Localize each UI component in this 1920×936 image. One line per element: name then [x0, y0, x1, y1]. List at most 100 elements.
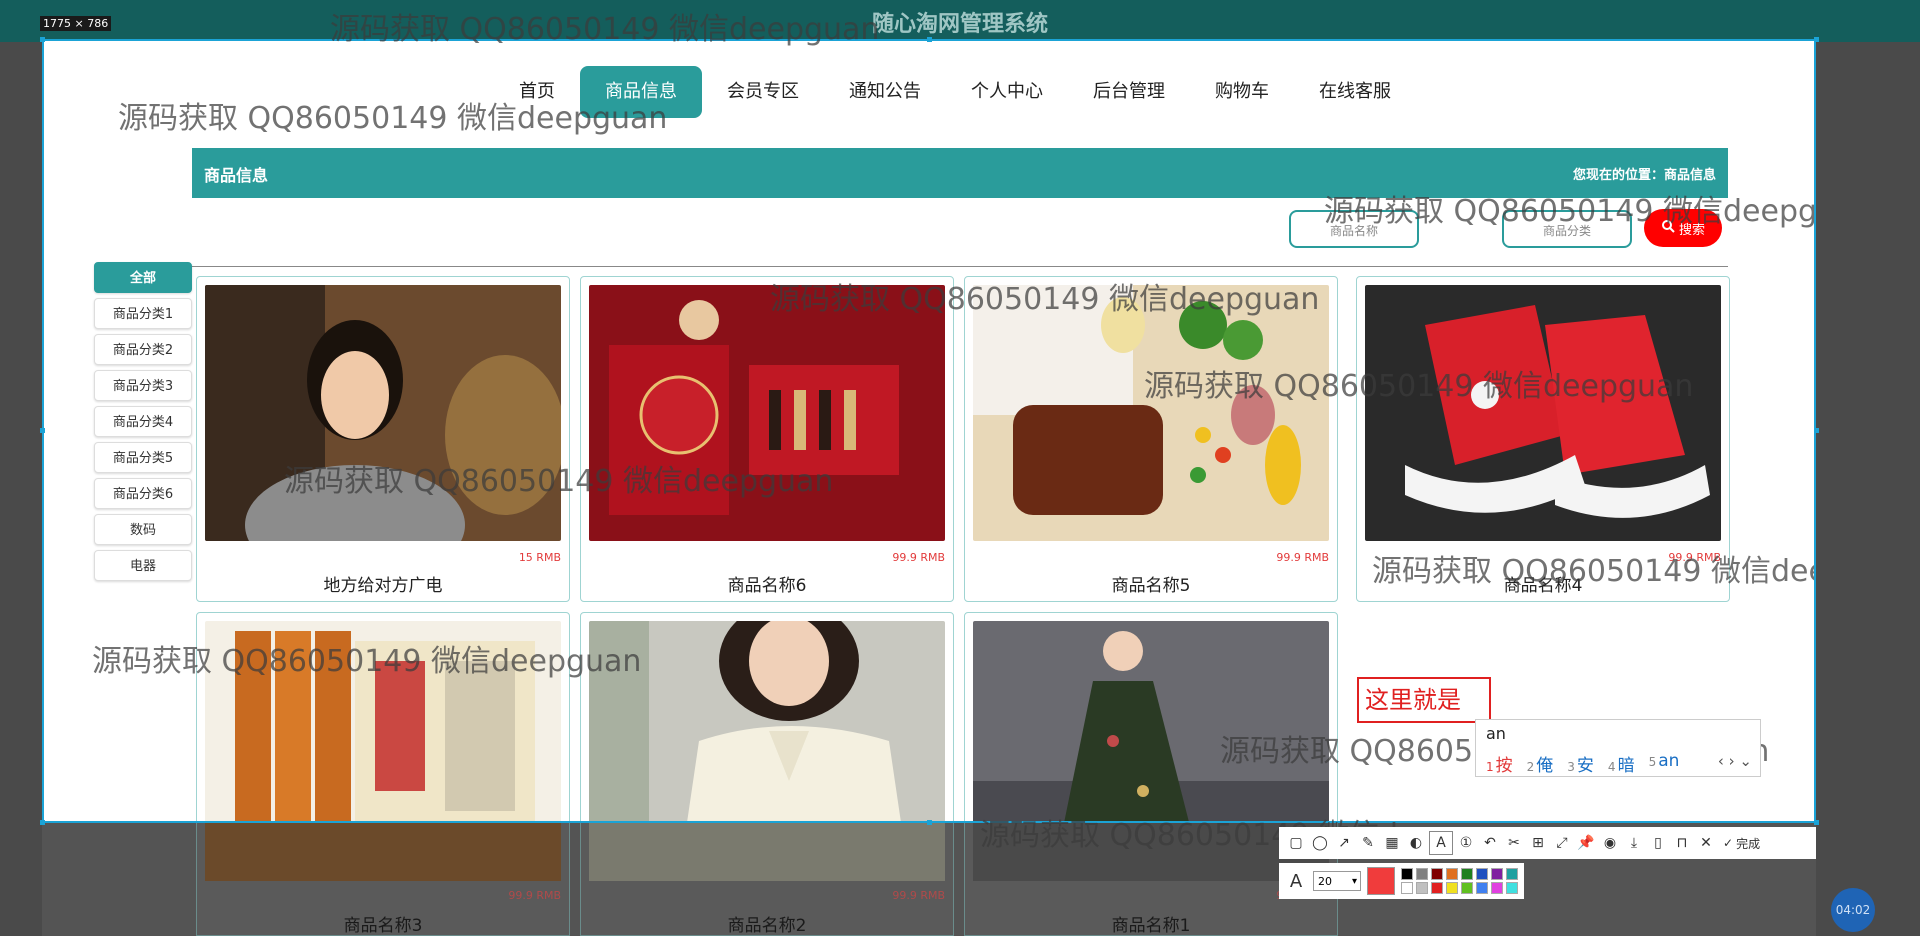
palette-color-swatch[interactable]	[1461, 882, 1473, 894]
watermark-text: 源码获取 QQ86050149 微信deepguan	[118, 101, 668, 136]
rectangle-tool-icon[interactable]: ▢	[1285, 832, 1307, 854]
palette-color-swatch[interactable]	[1476, 882, 1488, 894]
resize-handle[interactable]	[927, 820, 932, 825]
nav-notices[interactable]: 通知公告	[824, 66, 946, 118]
fullscreen-icon[interactable]: ⤢	[1551, 832, 1573, 854]
product-image-sneakers[interactable]	[1365, 285, 1721, 541]
annotation-toolbar: ▢ ◯ ↗ ✎ ▦ ◐ A ① ↶ ✂ ⊞ ⤢ 📌 ◉ ⤓ ▯ ⊓ ✕ ✓ 完成	[1279, 827, 1816, 859]
product-price: 15 RMB	[518, 551, 561, 564]
done-label: 完成	[1736, 836, 1761, 851]
pen-tool-icon[interactable]: ✎	[1357, 832, 1379, 854]
arrow-tool-icon[interactable]: ↗	[1333, 832, 1355, 854]
marker-tool-icon[interactable]: ◐	[1405, 832, 1427, 854]
dimmed-overlay-left	[0, 42, 42, 936]
product-name[interactable]: 地方给对方广电	[197, 571, 569, 596]
record-icon[interactable]: ◉	[1599, 832, 1621, 854]
palette-color-swatch[interactable]	[1491, 868, 1503, 880]
text-style-toolbar: A 20	[1279, 863, 1524, 899]
palette-color-swatch[interactable]	[1401, 868, 1413, 880]
category-all[interactable]: 全部	[94, 262, 192, 293]
bookmark-icon[interactable]: ⊓	[1671, 832, 1693, 854]
resize-handle[interactable]	[1814, 428, 1819, 433]
palette-color-swatch[interactable]	[1416, 882, 1428, 894]
palette-color-swatch[interactable]	[1401, 882, 1413, 894]
close-icon[interactable]: ✕	[1695, 832, 1717, 854]
clock-widget: 04:02	[1831, 888, 1875, 932]
divider	[192, 266, 1728, 267]
category-item[interactable]: 商品分类6	[94, 478, 192, 509]
nav-members[interactable]: 会员专区	[702, 66, 824, 118]
download-icon[interactable]: ⤓	[1623, 832, 1645, 854]
font-icon: A	[1289, 870, 1303, 892]
font-size-select[interactable]: 20	[1313, 871, 1361, 892]
nav-support[interactable]: 在线客服	[1294, 66, 1416, 118]
section-title: 商品信息	[204, 166, 269, 185]
product-card[interactable]	[964, 612, 1338, 821]
product-name[interactable]: 商品名称5	[965, 571, 1337, 596]
category-item[interactable]: 商品分类3	[94, 370, 192, 401]
ime-candidate[interactable]: 1按	[1486, 751, 1513, 776]
ime-pager[interactable]: ‹ › ⌄	[1718, 752, 1752, 770]
product-image-dress[interactable]	[973, 621, 1329, 821]
ocr-icon[interactable]: ⊞	[1527, 832, 1549, 854]
product-card[interactable]: 99.9 RMB 商品名称5	[964, 276, 1338, 602]
category-item[interactable]: 数码	[94, 514, 192, 545]
category-item[interactable]: 商品分类1	[94, 298, 192, 329]
category-item[interactable]: 电器	[94, 550, 192, 581]
resize-handle[interactable]	[40, 428, 45, 433]
save-icon[interactable]: ▯	[1647, 832, 1669, 854]
pin-icon[interactable]: 📌	[1575, 832, 1597, 854]
resize-handle[interactable]	[1814, 37, 1819, 42]
palette-color-swatch[interactable]	[1446, 882, 1458, 894]
watermark-text: 源码获取 QQ86050149 微信deepguan	[92, 644, 642, 679]
palette-color-swatch[interactable]	[1446, 868, 1458, 880]
ellipse-tool-icon[interactable]: ◯	[1309, 832, 1331, 854]
ime-candidate[interactable]: 5 an	[1649, 751, 1680, 776]
undo-icon[interactable]: ↶	[1479, 832, 1501, 854]
watermark-text: 源码获取 QQ86050149 微信deepguan	[770, 282, 1320, 317]
text-annotation-box[interactable]: 这里就是	[1357, 677, 1491, 723]
product-card[interactable]: 15 RMB 地方给对方广电	[196, 276, 570, 602]
resize-handle[interactable]	[40, 37, 45, 42]
ime-typed-text: an	[1486, 724, 1506, 743]
ime-candidates: 1按 2俺 3安 4暗 5 an	[1486, 751, 1679, 776]
palette-color-swatch[interactable]	[1461, 868, 1473, 880]
text-tool-icon[interactable]: A	[1429, 831, 1453, 855]
palette-color-swatch[interactable]	[1506, 868, 1518, 880]
product-image-woman[interactable]	[205, 285, 561, 541]
product-image-blouse[interactable]	[589, 621, 945, 821]
ime-candidate[interactable]: 2俺	[1527, 751, 1554, 776]
cut-icon[interactable]: ✂	[1503, 832, 1525, 854]
category-item[interactable]: 商品分类5	[94, 442, 192, 473]
watermark-text: 源码获取 QQ86050149 微信deepguan	[284, 464, 834, 499]
category-item[interactable]: 商品分类2	[94, 334, 192, 365]
product-card[interactable]: 99.9 RMB 商品名称6	[580, 276, 954, 602]
resize-handle[interactable]	[40, 820, 45, 825]
palette-color-swatch[interactable]	[1431, 882, 1443, 894]
product-image-cosmetics[interactable]	[589, 285, 945, 541]
product-name[interactable]: 商品名称6	[581, 571, 953, 596]
number-tool-icon[interactable]: ①	[1455, 832, 1477, 854]
resize-handle[interactable]	[1814, 820, 1819, 825]
nav-cart[interactable]: 购物车	[1190, 66, 1294, 118]
color-palette	[1401, 868, 1519, 894]
nav-profile[interactable]: 个人中心	[946, 66, 1068, 118]
nav-admin[interactable]: 后台管理	[1068, 66, 1190, 118]
done-button[interactable]: ✓ 完成	[1719, 832, 1764, 854]
palette-color-swatch[interactable]	[1491, 882, 1503, 894]
palette-color-swatch[interactable]	[1476, 868, 1488, 880]
mosaic-tool-icon[interactable]: ▦	[1381, 832, 1403, 854]
palette-color-swatch[interactable]	[1506, 882, 1518, 894]
category-item[interactable]: 商品分类4	[94, 406, 192, 437]
capture-size-label: 1775 × 786	[40, 16, 112, 31]
ime-candidate[interactable]: 4暗	[1608, 751, 1635, 776]
current-color-swatch[interactable]	[1367, 867, 1395, 895]
product-name: 商品名称3	[343, 916, 423, 936]
palette-color-swatch[interactable]	[1416, 868, 1428, 880]
screenshot-capture-region[interactable]: 首页 商品信息 会员专区 通知公告 个人中心 后台管理 购物车 在线客服 商品信…	[42, 39, 1816, 823]
ime-candidate[interactable]: 3安	[1567, 751, 1594, 776]
product-image-bento[interactable]	[973, 285, 1329, 541]
watermark-text: 源码获取 QQ86050149 微信deepguan	[1324, 194, 1816, 229]
resize-handle[interactable]	[927, 37, 932, 42]
palette-color-swatch[interactable]	[1431, 868, 1443, 880]
